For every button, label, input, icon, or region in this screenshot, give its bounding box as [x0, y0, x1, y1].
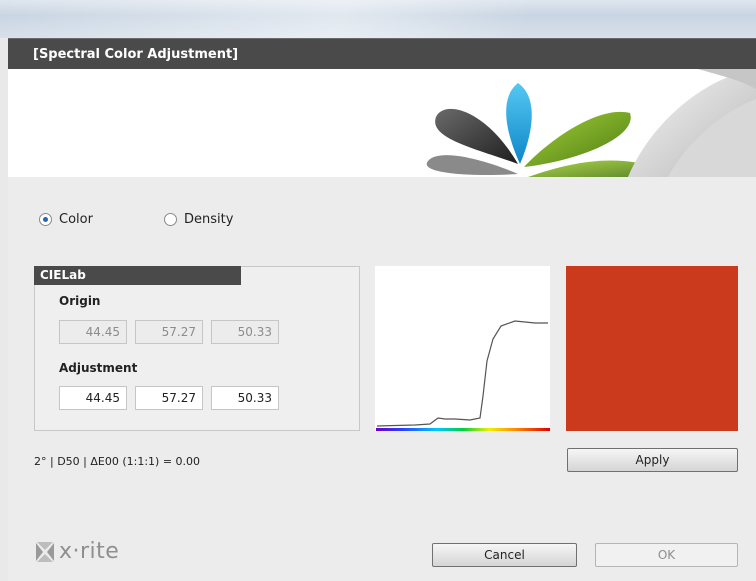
spectral-curve-panel[interactable]	[375, 266, 550, 431]
ok-button[interactable]: OK	[595, 543, 738, 567]
color-mode-label: Color	[59, 212, 93, 227]
strip-gloss	[0, 0, 756, 38]
adjustment-l-input[interactable]: 44.45	[59, 386, 127, 410]
color-mode-radio[interactable]: Color	[39, 212, 93, 227]
header-banner	[8, 69, 756, 177]
density-mode-radio[interactable]: Density	[164, 212, 233, 227]
window-top-strip	[0, 0, 756, 38]
origin-label: Origin	[59, 294, 101, 308]
density-mode-label: Density	[184, 212, 234, 227]
radio-unselected-indicator	[164, 213, 177, 226]
reflectance-curve	[376, 320, 548, 427]
visible-spectrum-bar	[376, 428, 550, 431]
title-bar: [Spectral Color Adjustment]	[8, 38, 756, 70]
cancel-button[interactable]: Cancel	[432, 543, 577, 567]
radio-selected-indicator	[39, 213, 52, 226]
color-preview-swatch	[566, 266, 738, 431]
adjustment-label: Adjustment	[59, 361, 138, 375]
measurement-status: 2° | D50 | ΔE00 (1:1:1) = 0.00	[34, 455, 201, 468]
origin-l-field: 44.45	[59, 320, 127, 344]
cielab-group-title: CIELab	[34, 266, 241, 285]
origin-b-field: 50.33	[211, 320, 279, 344]
xrite-logo: x·rite	[34, 539, 119, 564]
apply-button[interactable]: Apply	[567, 448, 738, 472]
adjustment-b-input[interactable]: 50.33	[211, 386, 279, 410]
xrite-logo-text: x·rite	[59, 539, 120, 564]
window-title: [Spectral Color Adjustment]	[33, 47, 239, 62]
xrite-logo-mark-icon	[36, 541, 54, 562]
adjustment-a-input[interactable]: 57.27	[135, 386, 203, 410]
color-petals-graphic	[426, 69, 756, 177]
origin-a-field: 57.27	[135, 320, 203, 344]
